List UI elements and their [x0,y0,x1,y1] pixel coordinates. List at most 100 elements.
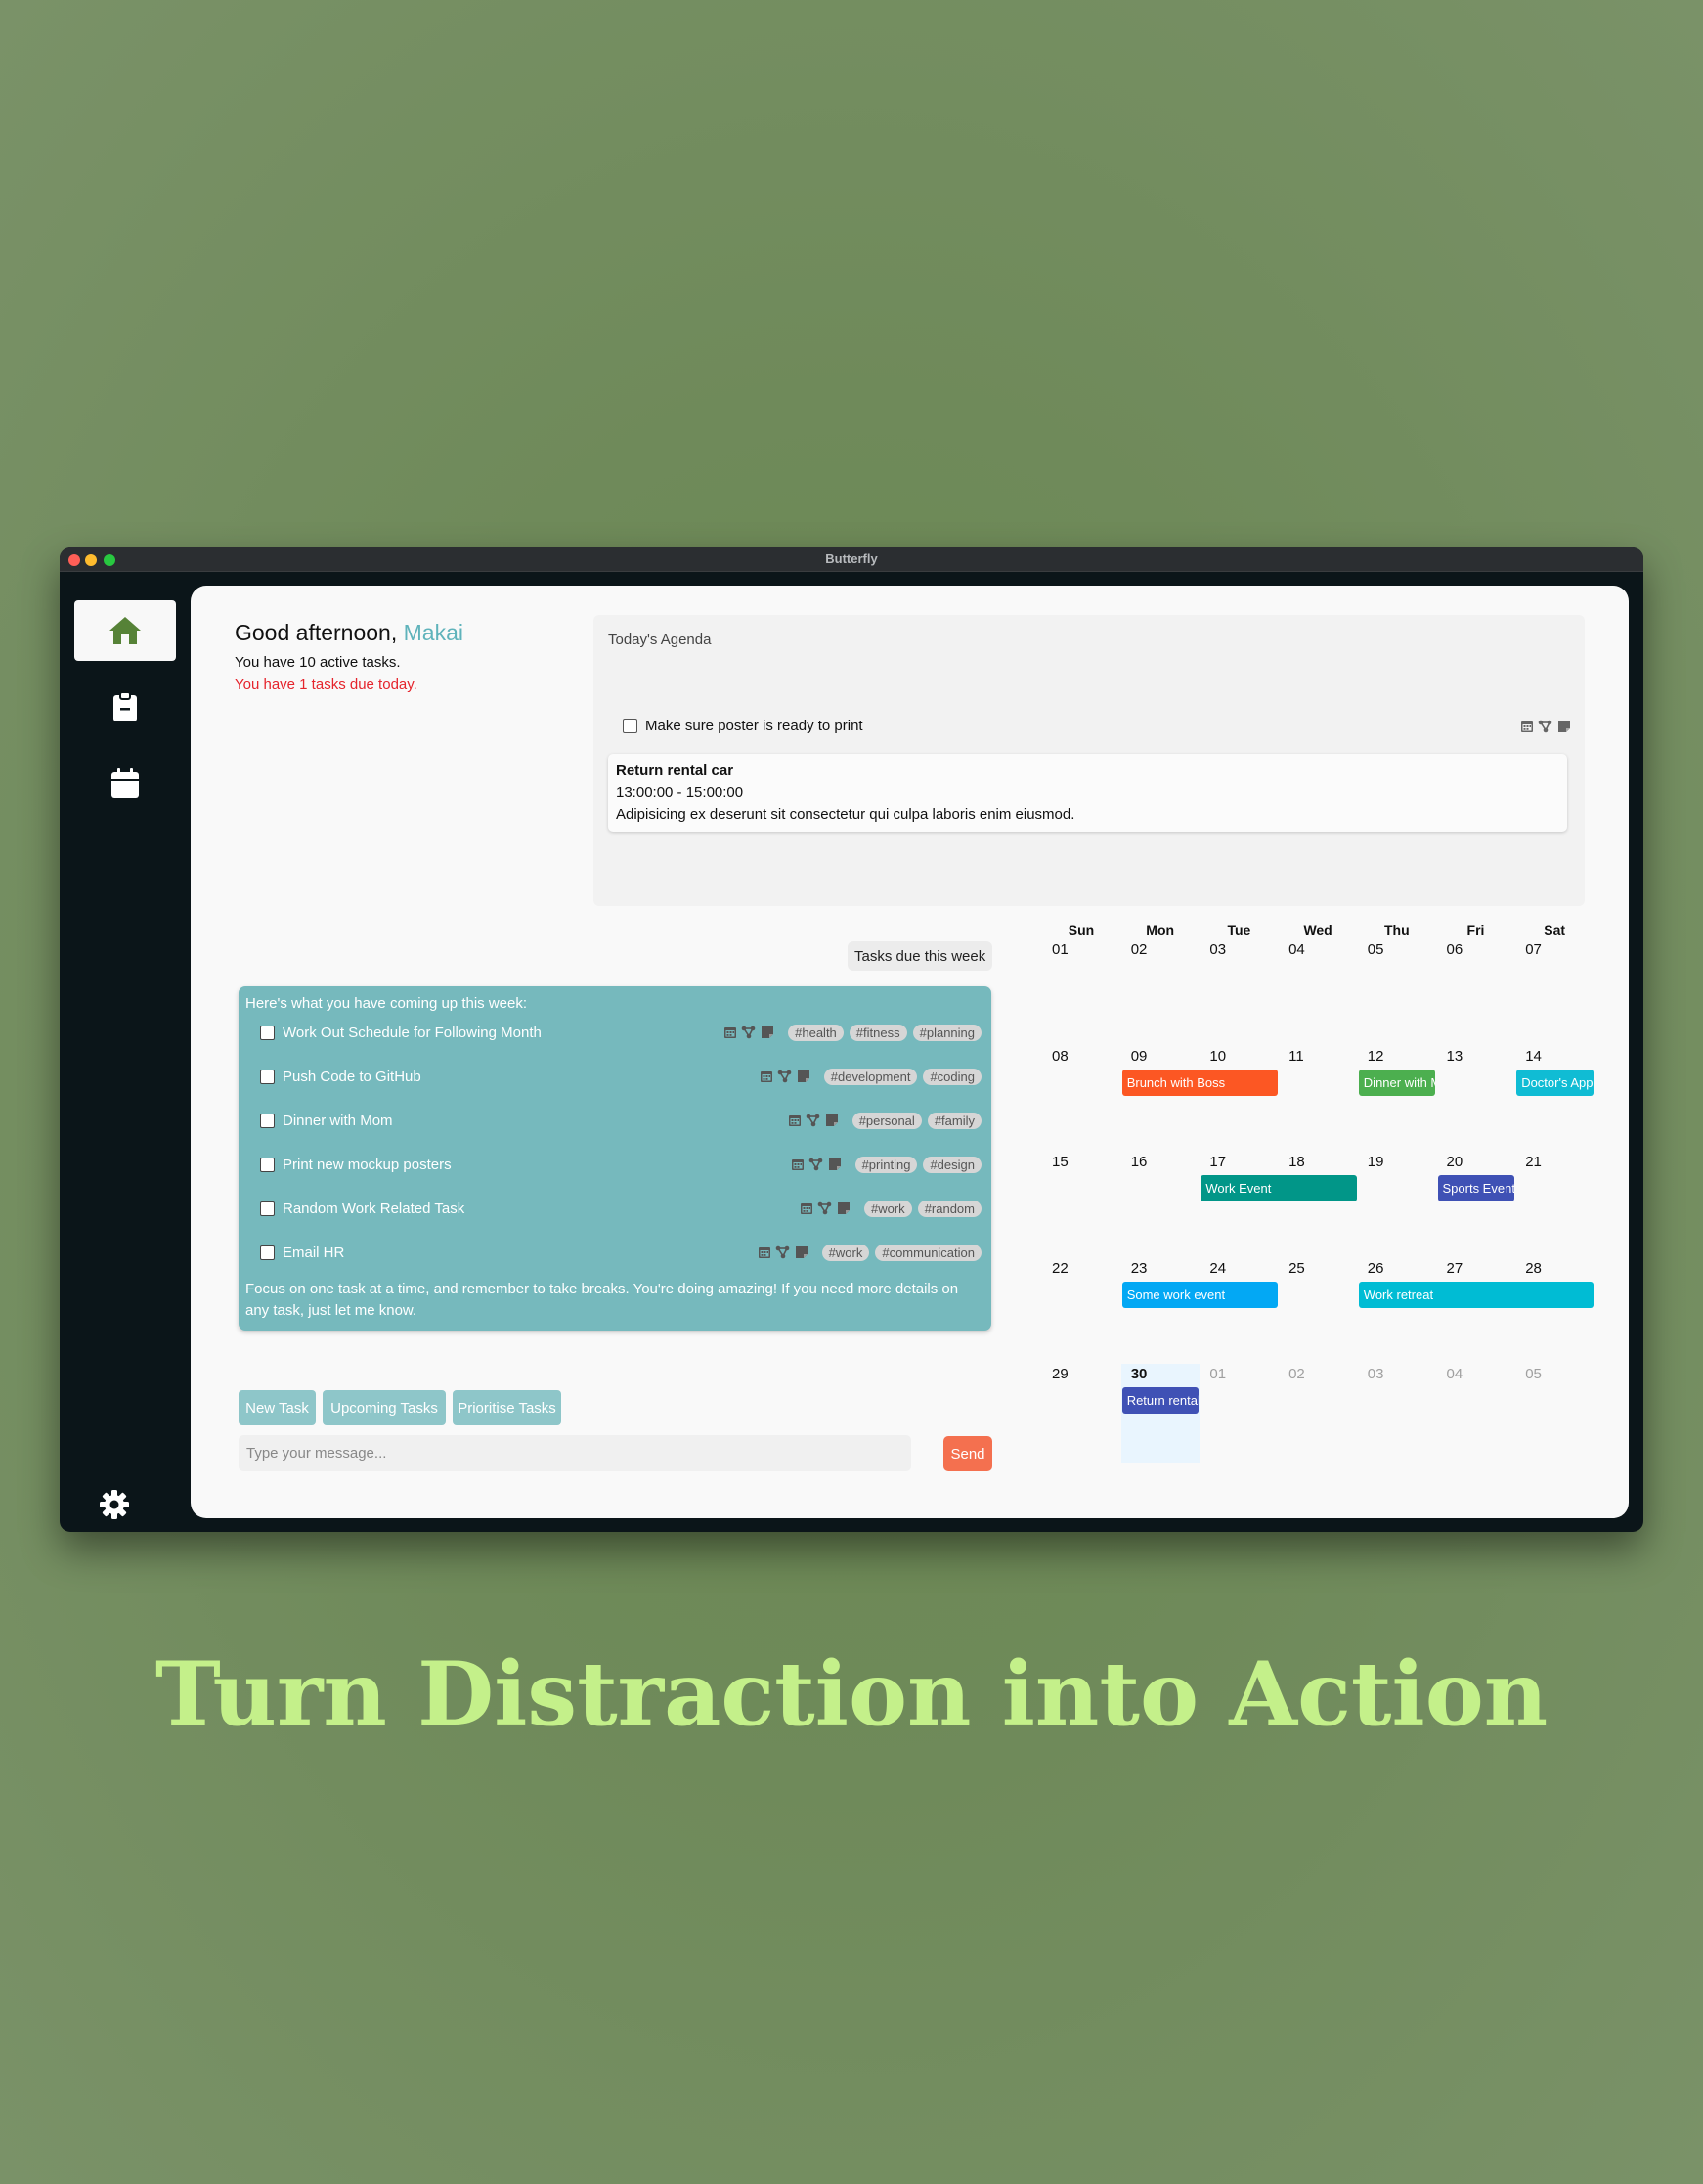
calendar-small-icon[interactable] [723,1026,737,1039]
calendar-day[interactable]: 18 [1288,1154,1305,1170]
task-checkbox[interactable] [260,1245,275,1260]
tag-badge[interactable]: #personal [852,1112,922,1129]
note-icon[interactable] [837,1201,851,1215]
tag-badge[interactable]: #coding [923,1068,982,1085]
tag-badge[interactable]: #communication [875,1244,982,1261]
share-nodes-icon[interactable] [741,1026,757,1039]
calendar-day[interactable]: 14 [1525,1048,1542,1065]
note-icon[interactable] [795,1245,808,1259]
agenda-event-card[interactable]: Return rental car 13:00:00 - 15:00:00 Ad… [608,754,1567,832]
note-icon[interactable] [761,1026,774,1039]
calendar-day[interactable]: 17 [1209,1154,1226,1170]
calendar-event[interactable]: Some work event [1121,1281,1279,1308]
calendar-day[interactable]: 23 [1131,1260,1148,1277]
share-nodes-icon[interactable] [806,1114,821,1127]
share-nodes-icon[interactable] [1538,720,1553,733]
upcoming-tasks-button[interactable]: Upcoming Tasks [323,1390,446,1425]
tag-badge[interactable]: #design [923,1156,982,1173]
task-checkbox[interactable] [260,1201,275,1216]
sidebar-item-tasks[interactable] [74,677,176,737]
calendar-day[interactable]: 29 [1052,1366,1069,1382]
agenda-task-actions [1520,720,1571,733]
calendar-event[interactable]: Work retreat [1358,1281,1594,1308]
calendar-event[interactable]: Doctor's Appointment [1516,1069,1594,1096]
calendar-day[interactable]: 15 [1052,1154,1069,1170]
calendar-event[interactable]: Dinner with Mom [1358,1069,1436,1096]
calendar-day[interactable]: 07 [1525,941,1542,958]
tag-badge[interactable]: #fitness [849,1024,907,1041]
calendar-day[interactable]: 21 [1525,1154,1542,1170]
tag-badge[interactable]: #development [823,1068,918,1085]
calendar-day[interactable]: 22 [1052,1260,1069,1277]
new-task-button[interactable]: New Task [239,1390,316,1425]
calendar-day[interactable]: 06 [1447,941,1463,958]
agenda-task-checkbox[interactable] [623,719,637,733]
calendar-day[interactable]: 27 [1447,1260,1463,1277]
tag-badge[interactable]: #printing [854,1156,918,1173]
calendar-day[interactable]: 13 [1447,1048,1463,1065]
calendar-event[interactable]: Brunch with Boss [1121,1069,1279,1096]
calendar-event[interactable]: Work Event [1201,1175,1357,1201]
tag-badge[interactable]: #random [917,1200,982,1217]
settings-button[interactable] [95,1485,134,1524]
message-input[interactable] [239,1435,911,1471]
calendar-small-icon[interactable] [788,1114,802,1127]
task-actions [788,1114,839,1127]
tag-badge[interactable]: #work [821,1244,870,1261]
calendar-day[interactable]: 04 [1288,941,1305,958]
sidebar-item-home[interactable] [74,600,176,661]
calendar-day[interactable]: 19 [1368,1154,1384,1170]
calendar-day[interactable]: 02 [1288,1366,1305,1382]
send-button[interactable]: Send [943,1436,992,1471]
calendar-small-icon[interactable] [800,1201,813,1215]
note-icon[interactable] [825,1114,839,1127]
calendar-day[interactable]: 24 [1209,1260,1226,1277]
task-checkbox[interactable] [260,1157,275,1172]
share-nodes-icon[interactable] [775,1245,791,1259]
prioritise-tasks-button[interactable]: Prioritise Tasks [453,1390,561,1425]
calendar-event[interactable]: Return rental car [1121,1387,1200,1414]
calendar-day[interactable]: 08 [1052,1048,1069,1065]
calendar-day[interactable]: 05 [1368,941,1384,958]
calendar-day[interactable]: 10 [1209,1048,1226,1065]
note-icon[interactable] [797,1070,810,1083]
task-checkbox[interactable] [260,1069,275,1084]
calendar-small-icon[interactable] [1520,720,1534,733]
calendar-day[interactable]: 16 [1131,1154,1148,1170]
calendar-day[interactable]: 01 [1209,1366,1226,1382]
calendar-day[interactable]: 01 [1052,941,1069,958]
task-checkbox[interactable] [260,1113,275,1128]
task-row: Dinner with Mom #personal #family [260,1109,982,1132]
calendar-day[interactable]: 03 [1368,1366,1384,1382]
calendar-day[interactable]: 30 [1131,1366,1148,1382]
tag-badge[interactable]: #family [927,1112,982,1129]
calendar-day[interactable]: 28 [1525,1260,1542,1277]
calendar-small-icon[interactable] [791,1158,805,1171]
calendar-day[interactable]: 05 [1525,1366,1542,1382]
calendar-day[interactable]: 20 [1447,1154,1463,1170]
clipboard-icon [113,691,137,721]
sidebar-item-calendar[interactable] [74,753,176,813]
calendar-small-icon[interactable] [760,1070,773,1083]
share-nodes-icon[interactable] [777,1070,793,1083]
calendar-event[interactable]: Sports Event [1437,1175,1515,1201]
task-checkbox[interactable] [260,1025,275,1040]
calendar-day[interactable]: 04 [1447,1366,1463,1382]
calendar-day[interactable]: 03 [1209,941,1226,958]
calendar-day[interactable]: 25 [1288,1260,1305,1277]
calendar-day[interactable]: 09 [1131,1048,1148,1065]
tag-badge[interactable]: #health [788,1024,844,1041]
calendar-day[interactable]: 11 [1288,1048,1304,1065]
share-nodes-icon[interactable] [817,1201,833,1215]
tag-badge[interactable]: #work [864,1200,912,1217]
calendar-day[interactable]: 26 [1368,1260,1384,1277]
calendar-small-icon[interactable] [758,1245,771,1259]
note-icon[interactable] [828,1158,842,1171]
assistant-intro: Here's what you have coming up this week… [245,995,528,1012]
tag-badge[interactable]: #planning [912,1024,982,1041]
calendar-day[interactable]: 02 [1131,941,1148,958]
calendar-day[interactable]: 12 [1368,1048,1384,1065]
note-icon[interactable] [1557,720,1571,733]
share-nodes-icon[interactable] [808,1158,824,1171]
task-actions [758,1245,808,1259]
